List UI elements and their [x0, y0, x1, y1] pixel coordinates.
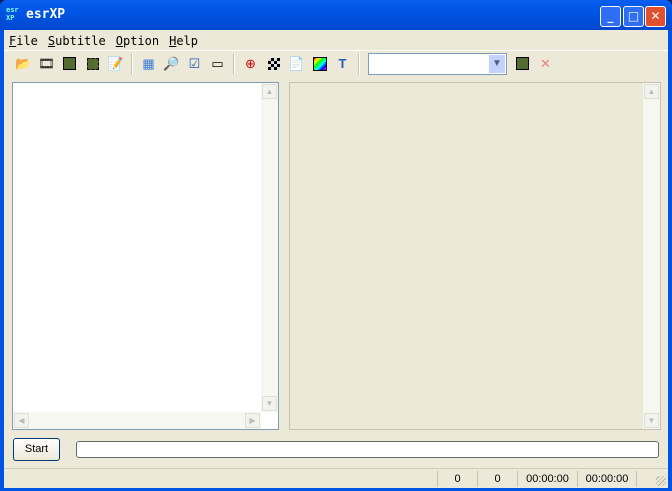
checker-icon[interactable]	[265, 55, 283, 73]
save-icon[interactable]	[61, 55, 79, 73]
color-icon[interactable]	[311, 55, 329, 73]
toolbar-separator	[358, 53, 360, 74]
scroll-up-icon[interactable]: ▲	[262, 84, 277, 99]
search-icon[interactable]: 🔎	[163, 55, 181, 73]
film-icon[interactable]: ▦	[140, 55, 158, 73]
menu-bar: File Subtitle Option Help	[4, 32, 203, 50]
scroll-down-icon[interactable]: ▼	[262, 396, 277, 411]
menu-option[interactable]: Option	[111, 32, 164, 50]
status-time-2: 00:00:00	[577, 471, 637, 487]
chevron-down-icon[interactable]: ▼	[489, 54, 505, 73]
status-count-1: 0	[437, 471, 477, 487]
scroll-down-icon[interactable]: ▼	[644, 413, 659, 428]
status-count-2: 0	[477, 471, 517, 487]
open-video-icon[interactable]: 🎞	[38, 55, 56, 73]
status-bar: 0 0 00:00:00 00:00:00	[4, 468, 668, 488]
title-bar[interactable]: esr XP esrXP _ □ ✕	[0, 0, 672, 30]
horizontal-scrollbar[interactable]: ◀ ▶	[13, 412, 261, 429]
scroll-up-icon[interactable]: ▲	[644, 84, 659, 99]
toolbar: 📂 🎞 📝 ▦ 🔎 ☑ ▭ ⊕ 📄 T ▼ ✕	[4, 50, 668, 76]
maximize-button[interactable]: □	[623, 6, 644, 27]
text-file-icon[interactable]: T	[334, 55, 352, 73]
vertical-scrollbar[interactable]: ▲ ▼	[261, 83, 278, 412]
toolbar-separator	[131, 53, 133, 74]
client-area: File Subtitle Option Help 📂 🎞 📝 ▦ 🔎 ☑ ▭ …	[4, 30, 668, 488]
close-button[interactable]: ✕	[645, 6, 666, 27]
resize-grip-icon[interactable]	[656, 476, 666, 486]
menu-subtitle[interactable]: Subtitle	[43, 32, 111, 50]
start-button[interactable]: Start	[13, 438, 60, 461]
subtitle-list[interactable]: ▲ ▼ ◀ ▶	[12, 82, 279, 430]
minimize-button[interactable]: _	[600, 6, 621, 27]
save-all-icon[interactable]	[84, 55, 102, 73]
app-logo-icon: esr XP	[6, 6, 19, 22]
scroll-right-icon[interactable]: ▶	[245, 413, 260, 428]
status-time-1: 00:00:00	[517, 471, 577, 487]
document-icon[interactable]: 📄	[288, 55, 306, 73]
toolbar-separator	[233, 53, 235, 74]
progress-bar	[76, 441, 659, 458]
save-combo-icon[interactable]	[514, 55, 532, 73]
window-title: esrXP	[26, 7, 66, 22]
delete-icon[interactable]: ✕	[537, 55, 555, 73]
scroll-left-icon[interactable]: ◀	[14, 413, 29, 428]
menu-help[interactable]: Help	[164, 32, 203, 50]
open-folder-icon[interactable]: 📂	[15, 55, 33, 73]
presentation-icon[interactable]: ▭	[209, 55, 227, 73]
edit-check-icon[interactable]: ☑	[186, 55, 204, 73]
subtitle-combo[interactable]: ▼	[368, 52, 507, 75]
app-window: esr XP esrXP _ □ ✕ File Subtitle Option H…	[0, 0, 672, 491]
zoom-in-icon[interactable]: ⊕	[242, 55, 260, 73]
properties-icon[interactable]: 📝	[107, 55, 125, 73]
vertical-scrollbar[interactable]: ▲ ▼	[643, 83, 660, 429]
preview-pane: ▲ ▼	[289, 82, 661, 430]
menu-file[interactable]: File	[4, 32, 43, 50]
